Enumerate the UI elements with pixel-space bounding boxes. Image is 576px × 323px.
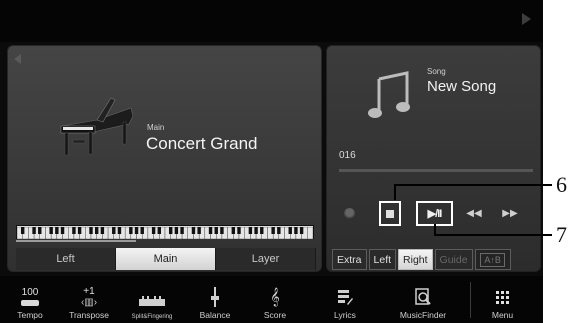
instrument-display: Main Concert Grand Left Main Layer Song …	[0, 0, 543, 323]
part-tab-left[interactable]: Left	[16, 248, 116, 270]
menu-transpose[interactable]: +1 ‹▥› Transpose	[60, 276, 118, 323]
page-forward-arrow-icon[interactable]	[522, 13, 531, 25]
tab-extra[interactable]: Extra	[332, 249, 367, 270]
callout-line-6-vertical	[394, 184, 396, 200]
menu-split-label: Split&Fingering	[131, 314, 173, 320]
keyboard-graphic	[16, 225, 314, 240]
menu-lyrics-label: Lyrics	[334, 310, 356, 320]
menu-grid-icon	[496, 284, 509, 310]
stop-button[interactable]	[379, 201, 401, 226]
ab-repeat-label: A↑B	[480, 252, 505, 267]
menu-split-fingering[interactable]: Split&Fingering	[118, 276, 186, 323]
treble-clef-icon: 𝄞	[270, 287, 280, 306]
transpose-icon: +1 ‹▥›	[81, 284, 97, 310]
lyrics-icon	[337, 284, 353, 310]
score-part-tabs: Extra Left Right Guide A↑B	[332, 249, 511, 270]
song-caption: Song	[427, 67, 446, 76]
menu-musicfinder[interactable]: MusicFinder	[384, 276, 462, 323]
split-keyboard-icon	[139, 288, 165, 314]
record-button[interactable]	[344, 208, 355, 219]
main-voice-panel[interactable]: Main Concert Grand Left Main Layer	[7, 45, 322, 272]
song-position: 016	[339, 150, 356, 161]
tab-right[interactable]: Right	[398, 249, 433, 270]
menu-tempo[interactable]: 100 Tempo	[0, 276, 60, 323]
grand-piano-icon	[60, 97, 134, 156]
panel-corner-arrow-icon	[14, 54, 21, 64]
callout-number-6: 6	[556, 172, 567, 197]
menu-tempo-label: Tempo	[17, 310, 43, 320]
callout-line-7-horizontal	[434, 234, 552, 236]
ab-repeat-button[interactable]: A↑B	[474, 249, 511, 270]
tab-guide[interactable]: Guide	[434, 249, 473, 270]
fast-forward-button[interactable]: ▶▶	[499, 201, 521, 226]
menu-menu[interactable]: Menu	[462, 276, 543, 323]
song-progress-bar[interactable]	[339, 169, 533, 172]
transpose-value: +1	[83, 285, 95, 297]
transpose-keys-icon: ‹▥›	[80, 296, 98, 308]
top-bar	[0, 0, 543, 42]
part-tabs: Left Main Layer	[16, 248, 316, 270]
voice-name[interactable]: Concert Grand	[146, 134, 258, 154]
menu-menu-label: Menu	[491, 310, 514, 320]
tempo-icon: 100	[21, 284, 39, 310]
callout-number-7: 7	[556, 222, 567, 247]
song-panel[interactable]: Song New Song 016 ▶/II ◀◀ ▶▶ Extra Left …	[326, 45, 541, 272]
tempo-value: 100	[21, 287, 39, 298]
menu-musicfinder-label: MusicFinder	[399, 310, 447, 320]
menu-balance[interactable]: Balance	[186, 276, 244, 323]
voice-part-caption: Main	[147, 123, 165, 132]
menu-score[interactable]: 𝄞 Score	[244, 276, 306, 323]
stop-icon	[386, 209, 394, 218]
menu-transpose-label: Transpose	[69, 310, 109, 320]
rewind-button[interactable]: ◀◀	[463, 201, 485, 226]
bottom-menu-bar: 100 Tempo +1 ‹▥› Transpose Split&Fingeri…	[0, 276, 543, 323]
balance-slider-icon	[211, 284, 219, 310]
part-tab-main[interactable]: Main	[116, 248, 216, 270]
menu-balance-label: Balance	[199, 310, 231, 320]
part-tab-layer[interactable]: Layer	[216, 248, 316, 270]
callout-line-6-horizontal	[394, 184, 552, 186]
music-note-icon	[368, 71, 410, 118]
menu-score-label: Score	[263, 310, 287, 320]
keyboard-keys	[16, 226, 314, 240]
play-pause-button[interactable]: ▶/II	[416, 201, 453, 226]
menu-lyrics[interactable]: Lyrics	[306, 276, 384, 323]
tempo-bar-icon	[21, 300, 39, 306]
keyboard-range-indicator	[16, 240, 136, 242]
tab-left[interactable]: Left	[368, 249, 397, 270]
song-name[interactable]: New Song	[427, 78, 496, 95]
musicfinder-icon	[414, 284, 432, 310]
menu-divider	[470, 282, 471, 318]
